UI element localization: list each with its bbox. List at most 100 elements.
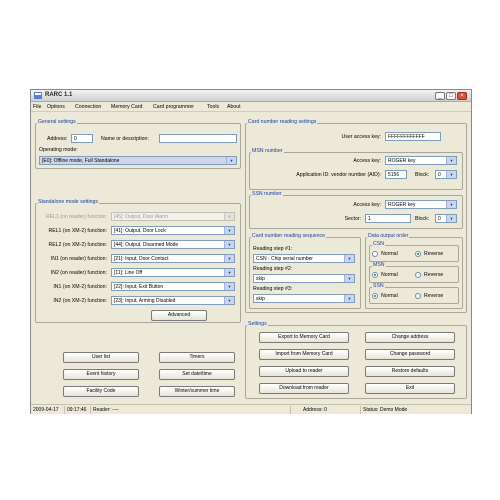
operating-mode-select[interactable]: [E0]: Offline mode, Full Standalone ▼ <box>39 156 237 165</box>
msn-access-key-select[interactable]: ROGER key ▼ <box>385 156 457 165</box>
chevron-down-icon[interactable]: ▼ <box>446 157 456 164</box>
user-access-key-field[interactable]: FFFFFFFFFFFF <box>385 132 441 141</box>
ssn-title: SSN number <box>251 191 283 197</box>
msn-title: MSN number <box>251 148 284 154</box>
menu-tools[interactable]: Tools <box>207 104 219 110</box>
menu-options[interactable]: Options <box>47 104 65 110</box>
standalone-settings-group <box>35 203 241 323</box>
reading-sequence-title: Card number reading sequence <box>251 233 326 239</box>
chevron-down-icon[interactable]: ▼ <box>344 275 354 282</box>
csn-normal-radio[interactable] <box>372 251 378 257</box>
maximize-icon[interactable]: □ <box>446 92 456 100</box>
set-date-time-button[interactable]: Set date/time <box>159 369 235 380</box>
restore-defaults-button[interactable]: Restore defaults <box>365 366 455 377</box>
csn-normal-label: Normal <box>381 251 398 257</box>
general-settings-title: General settings <box>37 119 77 125</box>
settings-title: Settings <box>247 321 268 327</box>
title-bar[interactable]: RARC 1.1 _ □ × <box>31 90 471 102</box>
chevron-down-icon[interactable]: ▼ <box>226 157 236 164</box>
change-password-button[interactable]: Change password <box>365 349 455 360</box>
standalone-settings-title: Standalone mode settings <box>37 199 99 205</box>
ssn-access-key-select[interactable]: ROGER key ▼ <box>385 200 457 209</box>
in1-reader-value: [21]: Input, Door Contact <box>114 256 169 262</box>
chevron-down-icon[interactable]: ▼ <box>224 269 234 276</box>
chevron-down-icon[interactable]: ▼ <box>446 215 456 222</box>
rel1-xm2-select[interactable]: [41]: Output, Door Lock ▼ <box>111 226 235 235</box>
in1-reader-label: IN1 (on reader) function: <box>50 256 107 262</box>
chevron-down-icon[interactable]: ▼ <box>224 227 234 234</box>
reading-step-2-select[interactable]: skip ▼ <box>253 274 355 283</box>
chevron-down-icon[interactable]: ▼ <box>344 255 354 262</box>
chevron-down-icon[interactable]: ▼ <box>224 241 234 248</box>
csn-order-title: CSN <box>372 241 385 247</box>
user-list-button[interactable]: User list <box>63 352 139 363</box>
csn-reverse-label: Reverse <box>424 251 444 257</box>
in2-reader-select[interactable]: [11]: Line Off ▼ <box>111 268 235 277</box>
msn-access-key-label: Access key: <box>353 158 381 164</box>
in2-xm2-select[interactable]: [23]: Input, Arming Disabled ▼ <box>111 296 235 305</box>
msn-normal-radio[interactable] <box>372 272 378 278</box>
menu-memory-card[interactable]: Memory Card <box>111 104 142 110</box>
reading-step-3-select[interactable]: skip ▼ <box>253 294 355 303</box>
aid-label: Application ID: vendor number (AID): <box>296 172 381 178</box>
menu-card-programmer[interactable]: Card programmer <box>153 104 194 110</box>
sector-field[interactable]: 1 <box>365 214 411 223</box>
upload-to-reader-button[interactable]: Upload to reader <box>259 366 349 377</box>
export-memory-card-button[interactable]: Export to Memory Card <box>259 332 349 343</box>
status-time: 09:17:46 <box>65 406 91 414</box>
chevron-down-icon[interactable]: ▼ <box>446 171 456 178</box>
window-title: RARC 1.1 <box>45 92 73 98</box>
aid-field[interactable]: 5156 <box>385 170 407 179</box>
rel1-reader-label: REL1 (on reader) function: <box>45 214 107 220</box>
operating-mode-label: Operating mode: <box>39 147 78 153</box>
address-field[interactable]: 0 <box>71 134 93 143</box>
in2-xm2-value: [23]: Input, Arming Disabled <box>114 298 176 304</box>
status-reader: Reader: ---- <box>91 406 291 414</box>
change-address-button[interactable]: Change address <box>365 332 455 343</box>
close-icon[interactable]: × <box>457 92 467 100</box>
ssn-block-value: 0 <box>438 216 441 222</box>
rel1-xm2-label: REL1 (on XM-2) function: <box>48 228 107 234</box>
reading-step-3-value: skip <box>256 296 265 302</box>
ssn-reverse-radio[interactable] <box>415 293 421 299</box>
csn-reverse-radio[interactable] <box>415 251 421 257</box>
reading-step-1-select[interactable]: CSN - Chip serial number ▼ <box>253 254 355 263</box>
chevron-down-icon[interactable]: ▼ <box>224 283 234 290</box>
download-from-reader-button[interactable]: Download from reader <box>259 383 349 394</box>
ssn-normal-radio[interactable] <box>372 293 378 299</box>
chevron-down-icon[interactable]: ▼ <box>446 201 456 208</box>
in1-xm2-select[interactable]: [22]: Input, Exit Button ▼ <box>111 282 235 291</box>
advanced-button[interactable]: Advanced <box>151 310 207 321</box>
chevron-down-icon[interactable]: ▼ <box>224 297 234 304</box>
ssn-reverse-label: Reverse <box>424 293 444 299</box>
timers-button[interactable]: Timers <box>159 352 235 363</box>
winter-summer-time-button[interactable]: Winter/summer time <box>159 386 235 397</box>
exit-button[interactable]: Exit <box>365 383 455 394</box>
import-memory-card-button[interactable]: Import from Memory Card <box>259 349 349 360</box>
event-history-button[interactable]: Event history <box>63 369 139 380</box>
status-address: Address: 0 <box>301 406 361 414</box>
in1-reader-select[interactable]: [21]: Input, Door Contact ▼ <box>111 254 235 263</box>
menu-file[interactable]: File <box>33 104 41 110</box>
ssn-access-key-value: ROGER key <box>388 202 416 208</box>
menu-about[interactable]: About <box>227 104 241 110</box>
menu-connection[interactable]: Connection <box>75 104 101 110</box>
reading-step-1-label: Reading step #1: <box>253 246 293 252</box>
minimize-icon[interactable]: _ <box>435 92 445 100</box>
in2-xm2-label: IN2 (on XM-2) function: <box>53 298 107 304</box>
msn-block-select[interactable]: 0 ▼ <box>435 170 457 179</box>
chevron-down-icon[interactable]: ▼ <box>224 255 234 262</box>
in2-reader-value: [11]: Line Off <box>114 270 143 276</box>
msn-reverse-radio[interactable] <box>415 272 421 278</box>
operating-mode-value: [E0]: Offline mode, Full Standalone <box>42 158 120 164</box>
facility-code-button[interactable]: Facility Code <box>63 386 139 397</box>
ssn-block-select[interactable]: 0 ▼ <box>435 214 457 223</box>
app-window: RARC 1.1 _ □ × File Options Connection M… <box>30 89 472 414</box>
chevron-down-icon: ▼ <box>224 213 234 220</box>
chevron-down-icon[interactable]: ▼ <box>344 295 354 302</box>
card-reading-title: Card number reading settings <box>247 119 318 125</box>
reading-step-2-value: skip <box>256 276 265 282</box>
user-access-key-label: User access key: <box>341 134 382 140</box>
rel2-xm2-select[interactable]: [44]: Output, Disarmed Mode ▼ <box>111 240 235 249</box>
name-field[interactable] <box>159 134 237 143</box>
